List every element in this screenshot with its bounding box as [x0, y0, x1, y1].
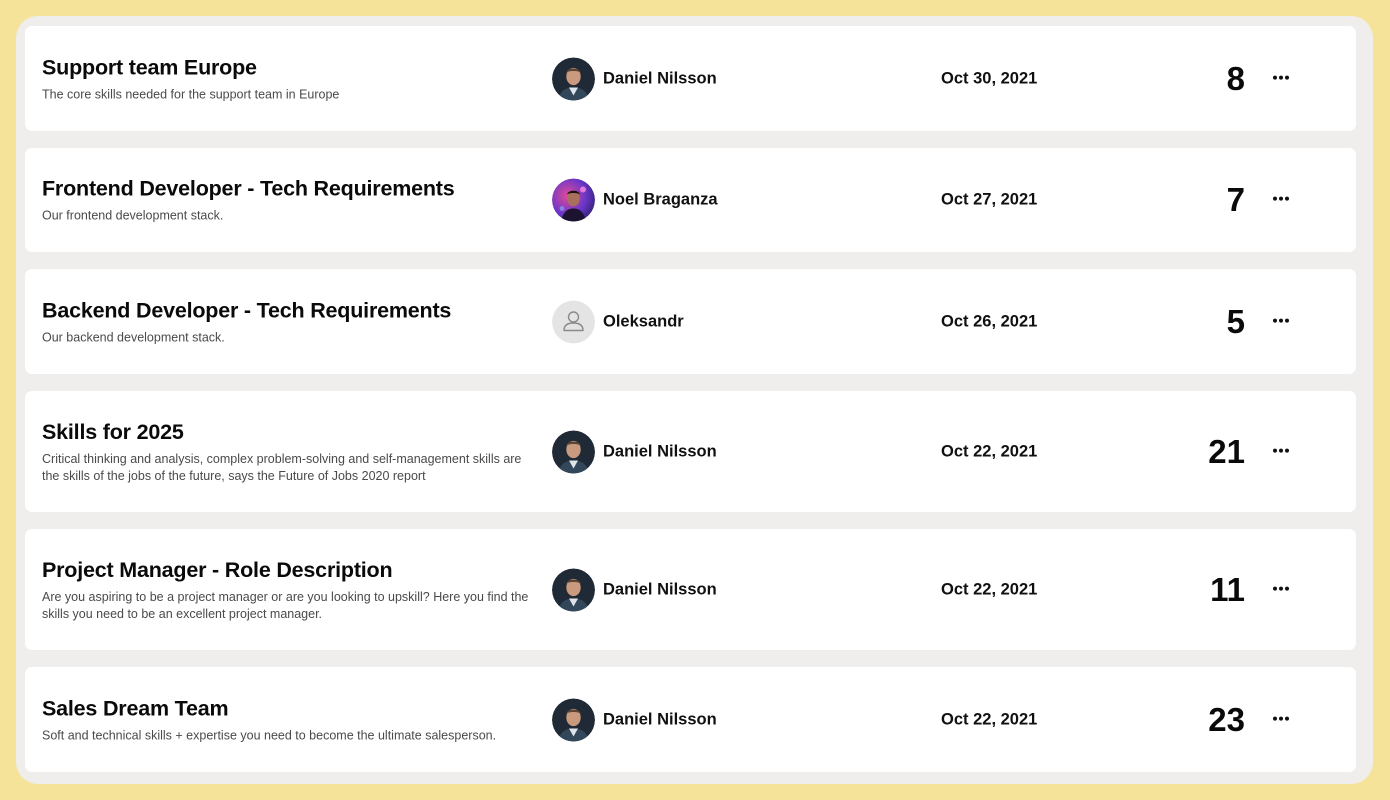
owner-name: Daniel Nilsson: [603, 69, 717, 87]
skill-set-description: The core skills needed for the support t…: [42, 87, 340, 101]
skill-set-description: Are you aspiring to be a project manager…: [42, 589, 529, 621]
skill-count: 21: [1208, 432, 1245, 470]
skill-set-description: Soft and technical skills + expertise yo…: [42, 728, 497, 742]
skill-set-info: Skills for 2025 Critical thinking and an…: [42, 419, 542, 485]
created-date: Oct 26, 2021: [941, 312, 1038, 330]
skill-set-row[interactable]: Project Manager - Role Description Are y…: [25, 529, 1356, 650]
avatar: [552, 57, 595, 100]
skill-set-title[interactable]: Support team Europe: [42, 54, 542, 81]
owner: Daniel Nilsson: [552, 568, 717, 611]
skill-set-description: Our frontend development stack.: [42, 208, 224, 223]
owner-name: Noel Braganza: [603, 190, 718, 209]
created-date: Oct 27, 2021: [941, 190, 1038, 209]
skill-set-list: Support team Europe The core skills need…: [25, 26, 1356, 784]
owner: Oleksandr: [552, 300, 684, 343]
skill-set-row[interactable]: Backend Developer - Tech Requirements Ou…: [25, 269, 1356, 374]
more-horizontal-icon[interactable]: [1271, 581, 1291, 595]
default-user-icon: [552, 300, 595, 343]
skill-count: 7: [1226, 181, 1245, 218]
owner-name: Daniel Nilsson: [603, 580, 717, 598]
skill-set-title[interactable]: Project Manager - Role Description: [42, 557, 542, 584]
avatar: [552, 698, 595, 741]
more-horizontal-icon[interactable]: [1271, 70, 1291, 84]
created-date: Oct 22, 2021: [941, 580, 1038, 598]
skill-set-title[interactable]: Sales Dream Team: [42, 695, 542, 722]
skill-count: 5: [1226, 302, 1245, 340]
owner: Daniel Nilsson: [552, 57, 717, 100]
skill-set-title[interactable]: Frontend Developer - Tech Requirements: [42, 176, 542, 203]
more-horizontal-icon[interactable]: [1271, 711, 1291, 725]
more-horizontal-icon[interactable]: [1271, 313, 1291, 327]
owner: Daniel Nilsson: [552, 430, 717, 473]
owner-name: Oleksandr: [603, 312, 684, 330]
skill-set-row[interactable]: Support team Europe The core skills need…: [25, 26, 1356, 131]
app-frame: Support team Europe The core skills need…: [16, 16, 1373, 784]
skill-count: 11: [1210, 570, 1245, 608]
skill-set-info: Frontend Developer - Tech Requirements O…: [42, 176, 542, 225]
skill-set-row[interactable]: Skills for 2025 Critical thinking and an…: [25, 391, 1356, 512]
owner: Noel Braganza: [552, 178, 718, 222]
avatar: [552, 568, 595, 611]
skill-set-title[interactable]: Backend Developer - Tech Requirements: [42, 297, 542, 324]
owner-name: Daniel Nilsson: [603, 442, 717, 460]
skill-set-description: Critical thinking and analysis, complex …: [42, 451, 522, 483]
skill-set-title[interactable]: Skills for 2025: [42, 419, 542, 446]
avatar: [552, 178, 595, 222]
more-horizontal-icon[interactable]: [1271, 443, 1291, 457]
more-horizontal-icon[interactable]: [1271, 192, 1291, 206]
skill-set-info: Sales Dream Team Soft and technical skil…: [42, 695, 542, 744]
skill-set-info: Project Manager - Role Description Are y…: [42, 557, 542, 623]
skill-set-row[interactable]: Frontend Developer - Tech Requirements O…: [25, 148, 1356, 252]
owner-name: Daniel Nilsson: [603, 710, 717, 728]
skill-count: 8: [1226, 59, 1245, 97]
skill-set-info: Support team Europe The core skills need…: [42, 54, 542, 103]
skill-count: 23: [1208, 700, 1245, 738]
skill-set-description: Our backend development stack.: [42, 330, 225, 344]
skill-set-row[interactable]: Sales Dream Team Soft and technical skil…: [25, 667, 1356, 772]
owner: Daniel Nilsson: [552, 698, 717, 741]
created-date: Oct 30, 2021: [941, 69, 1038, 87]
avatar: [552, 430, 595, 473]
created-date: Oct 22, 2021: [941, 710, 1038, 728]
skill-set-info: Backend Developer - Tech Requirements Ou…: [42, 297, 542, 346]
created-date: Oct 22, 2021: [941, 442, 1038, 460]
